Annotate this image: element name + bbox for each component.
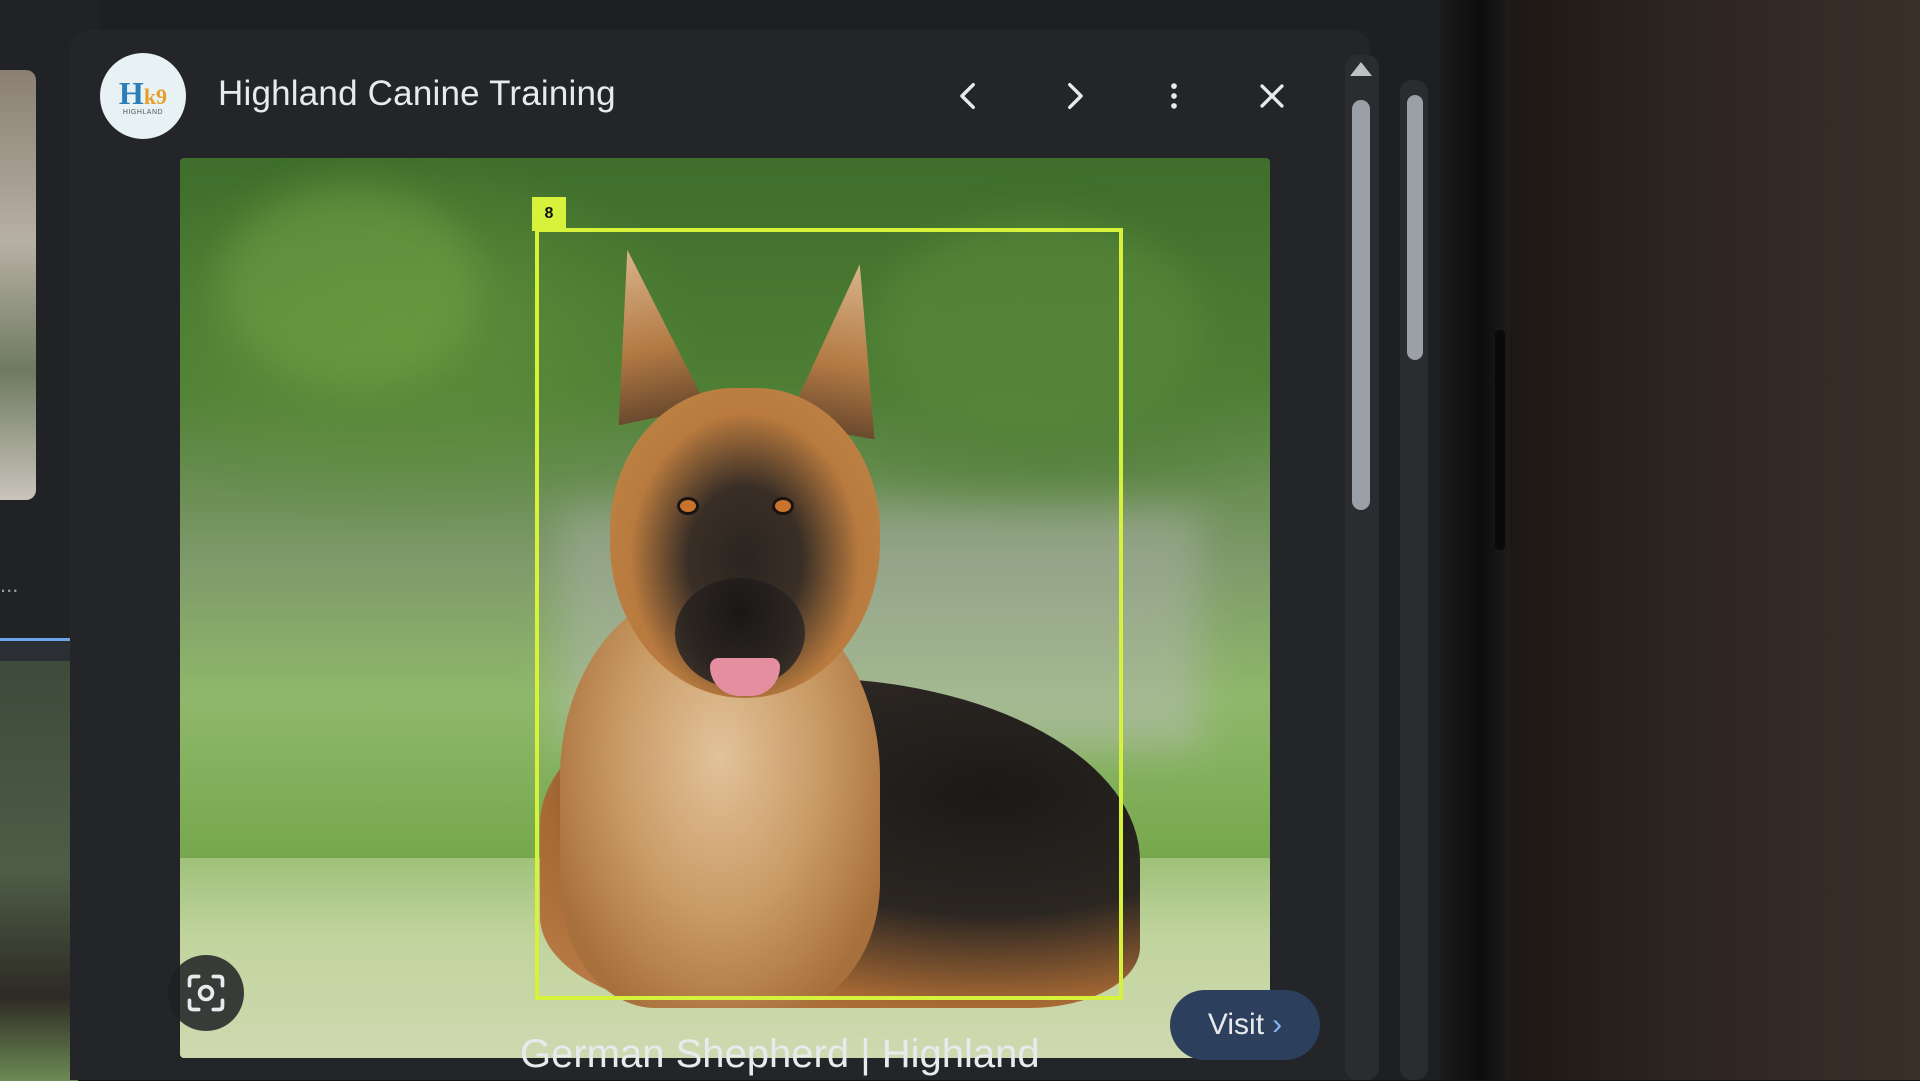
previous-button[interactable] bbox=[945, 72, 993, 120]
screen: ... Hk9 HIGHLAND Highland Canine Trainin… bbox=[0, 0, 1440, 1081]
detection-box bbox=[535, 228, 1123, 1000]
lens-icon bbox=[187, 974, 225, 1012]
close-button[interactable] bbox=[1248, 72, 1296, 120]
result-image bbox=[0, 661, 78, 1081]
visit-button[interactable]: Visit › bbox=[1170, 990, 1320, 1060]
chevron-right-icon bbox=[1068, 82, 1083, 110]
panel-scrollbar-thumb[interactable] bbox=[1352, 100, 1370, 510]
logo-subtext: HIGHLAND bbox=[122, 108, 164, 116]
logo-mark: Hk9 bbox=[118, 74, 168, 111]
preview-header: Hk9 HIGHLAND Highland Canine Training bbox=[100, 50, 1330, 140]
site-logo[interactable]: Hk9 HIGHLAND bbox=[100, 53, 186, 139]
chevron-right-icon: › bbox=[1272, 1008, 1283, 1041]
lens-button[interactable] bbox=[168, 955, 244, 1031]
site-title[interactable]: Highland Canine Training bbox=[218, 74, 616, 114]
image-caption[interactable]: German Shepherd | Highland bbox=[520, 1032, 1040, 1077]
visit-label: Visit bbox=[1207, 1008, 1265, 1041]
result-thumbnail[interactable] bbox=[0, 70, 36, 500]
scroll-up-icon[interactable] bbox=[1350, 62, 1372, 76]
result-title-ellipsis: ... bbox=[0, 572, 19, 597]
detection-label: 8 bbox=[532, 197, 566, 231]
close-icon bbox=[1260, 84, 1284, 108]
next-button[interactable] bbox=[1050, 72, 1098, 120]
chevron-left-icon bbox=[960, 82, 975, 110]
more-vert-icon bbox=[1171, 83, 1177, 109]
monitor-notch bbox=[1495, 330, 1505, 550]
page-scrollbar-thumb[interactable] bbox=[1407, 95, 1423, 360]
more-options-button[interactable] bbox=[1150, 72, 1198, 120]
bokeh bbox=[220, 188, 480, 388]
background-room bbox=[1500, 0, 1920, 1080]
